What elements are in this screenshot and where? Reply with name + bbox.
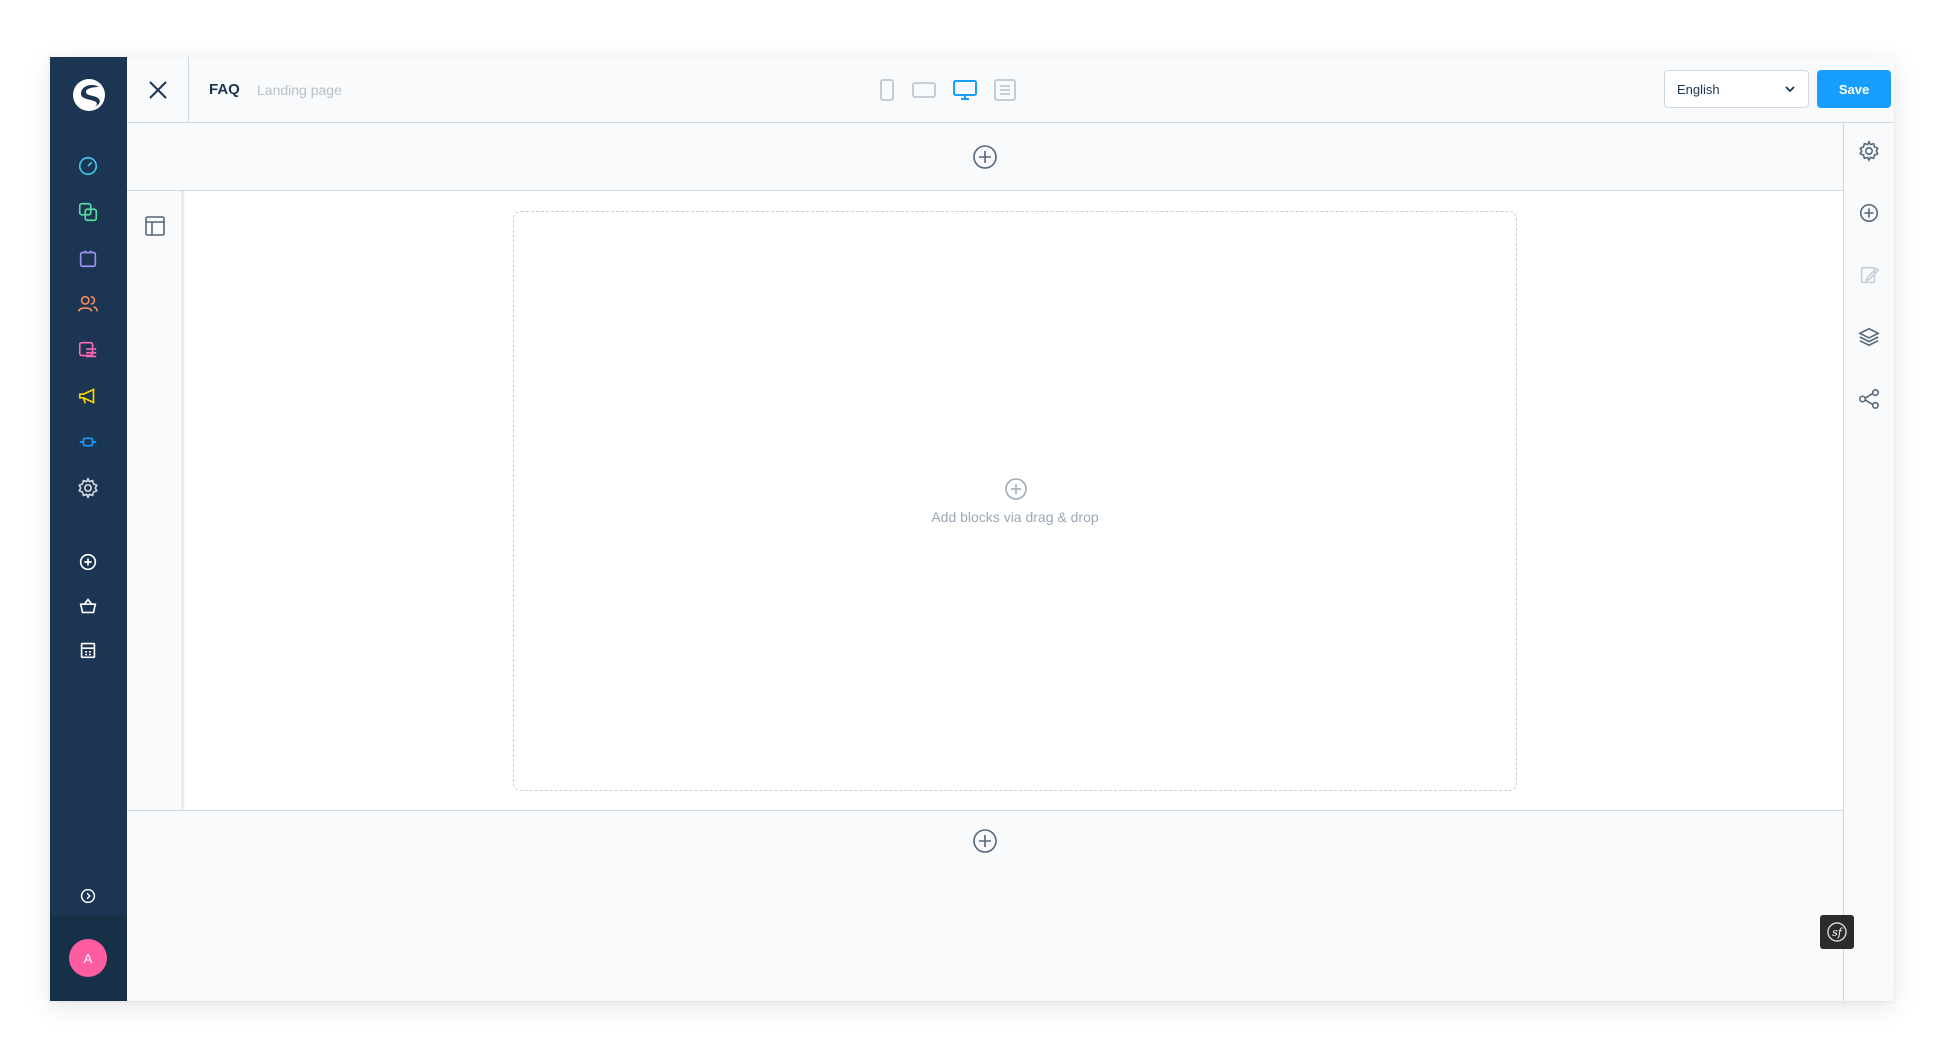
page-title: FAQ <box>209 81 240 98</box>
chevron-down-icon <box>1785 86 1795 93</box>
language-select-value: English <box>1677 81 1720 97</box>
add-section-top-icon[interactable] <box>972 144 998 170</box>
layout-icon[interactable] <box>144 215 166 242</box>
tablet-view-icon[interactable] <box>911 78 937 102</box>
page-type: Landing page <box>257 82 342 98</box>
dropzone-hint: Add blocks via drag & drop <box>931 509 1099 525</box>
symfony-toolbar-icon[interactable]: sf <box>1820 915 1854 949</box>
share-icon[interactable] <box>1857 387 1881 411</box>
svg-text:sf: sf <box>1832 926 1844 939</box>
megaphone-icon[interactable] <box>76 384 100 408</box>
shopware-logo[interactable] <box>69 75 109 115</box>
save-button[interactable]: Save <box>1817 70 1891 108</box>
cms-section: Add blocks via drag & drop <box>127 191 1843 811</box>
shopping-bag-icon[interactable] <box>76 246 100 270</box>
add-section-bottom-icon[interactable] <box>972 828 998 854</box>
desktop-view-icon[interactable] <box>951 78 979 102</box>
users-icon[interactable] <box>76 292 100 316</box>
plug-icon[interactable] <box>76 430 100 454</box>
sidebar-right <box>1843 123 1894 1001</box>
cms-editor-window: A FAQ Landing page English Save Add bloc… <box>50 57 1894 1001</box>
plus-circle-icon[interactable] <box>76 550 100 574</box>
basket-icon[interactable] <box>76 594 100 618</box>
layers-icon[interactable] <box>1857 325 1881 349</box>
editor-header: FAQ Landing page English Save <box>127 57 1894 123</box>
plus-circle-icon[interactable] <box>1857 201 1881 225</box>
section-content: Add blocks via drag & drop <box>185 191 1843 810</box>
form-view-icon[interactable] <box>993 78 1017 102</box>
gear-icon[interactable] <box>1857 139 1881 163</box>
admin-sidebar: A <box>50 57 127 1001</box>
cms-stage: Add blocks via drag & drop <box>127 123 1843 1001</box>
language-select[interactable]: English <box>1664 70 1809 108</box>
content-icon[interactable] <box>76 338 100 362</box>
chevron-right-circle-icon[interactable] <box>76 884 100 908</box>
close-icon <box>148 81 167 99</box>
avatar[interactable]: A <box>69 939 107 977</box>
mobile-view-icon[interactable] <box>877 78 897 102</box>
gauge-icon[interactable] <box>76 154 100 178</box>
close-button[interactable] <box>127 57 189 123</box>
stack-icon[interactable] <box>76 200 100 224</box>
section-sidebar <box>127 191 184 810</box>
plus-circle-icon[interactable] <box>1004 477 1028 506</box>
add-section-top <box>127 123 1843 191</box>
store-icon[interactable] <box>76 638 100 662</box>
add-section-bottom <box>127 811 1843 871</box>
block-dropzone[interactable]: Add blocks via drag & drop <box>513 211 1517 791</box>
view-mode-switcher <box>877 77 1017 103</box>
gear-icon[interactable] <box>76 476 100 500</box>
edit-icon[interactable] <box>1857 263 1881 287</box>
user-area: A <box>50 915 127 1001</box>
